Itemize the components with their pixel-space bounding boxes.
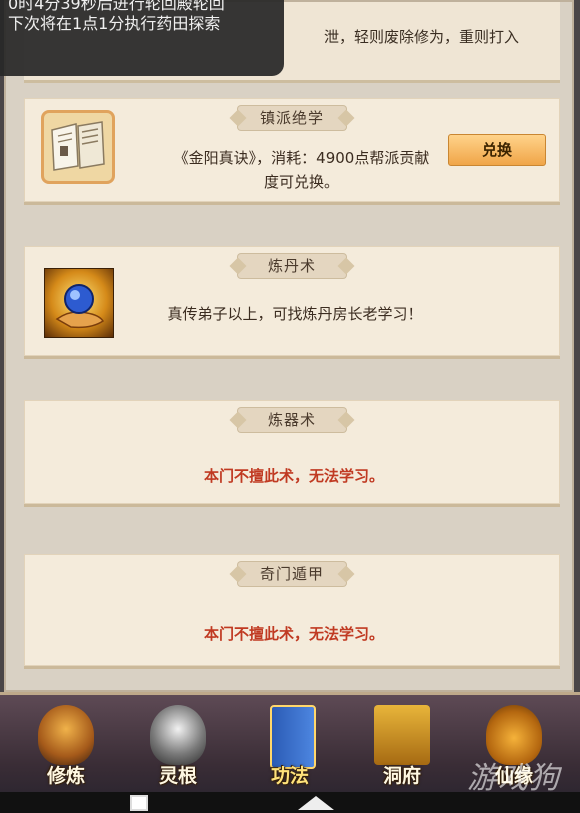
watermark-logo: 游戏狗 bbox=[467, 761, 560, 796]
recent-apps-button[interactable] bbox=[130, 795, 148, 811]
orb-icon bbox=[44, 268, 114, 338]
tab-label: 洞府 bbox=[382, 765, 421, 787]
card-description: 真传弟子以上，可找炼丹房长老学习！ bbox=[167, 305, 423, 323]
notification-line: 0时4分39秒后进行轮回殿轮回 bbox=[8, 0, 225, 13]
exchange-button[interactable]: 兑换 bbox=[448, 134, 546, 166]
system-nav-bar bbox=[0, 792, 580, 813]
cultivate-icon bbox=[38, 705, 94, 765]
tab-label: 功法 bbox=[270, 765, 309, 787]
card-alchemy: 炼丹术 真传弟子以上，可找炼丹房长老学习！ bbox=[24, 246, 560, 359]
tab-cultivate[interactable]: 修炼 bbox=[22, 703, 110, 791]
tab-technique[interactable]: 功法 bbox=[246, 703, 334, 791]
tab-spirit-root[interactable]: 灵根 bbox=[134, 703, 222, 791]
technique-book-icon bbox=[270, 705, 316, 769]
card-forging: 炼器术 本门不擅此术，无法学习。 bbox=[24, 400, 560, 507]
tab-label: 修炼 bbox=[46, 765, 85, 787]
top-card-text: 泄，轻则废除修为，重则打入 bbox=[324, 28, 520, 46]
cave-dwelling-icon bbox=[374, 705, 430, 765]
tab-label: 灵根 bbox=[158, 765, 197, 787]
card-title: 奇门遁甲 bbox=[238, 562, 346, 586]
card-description: 本门不擅此术，无法学习。 bbox=[203, 467, 384, 485]
content-panel: 泄，轻则废除修为，重则打入 镇派绝学 《金阳真诀》，消耗：4900点帮派贡献度可… bbox=[4, 0, 574, 692]
bottom-tab-bar: 修炼 灵根 功法 洞府 仙缘 游戏狗 bbox=[0, 692, 580, 796]
card-qimen: 奇门遁甲 本门不擅此术，无法学习。 bbox=[24, 554, 560, 669]
card-title: 炼丹术 bbox=[238, 254, 346, 278]
notification-line: 下次将在1点1分执行药田探索 bbox=[8, 14, 221, 33]
tab-cave-dwelling[interactable]: 洞府 bbox=[358, 703, 446, 791]
card-title: 炼器术 bbox=[238, 408, 346, 432]
card-description: 《金阳真诀》，消耗：4900点帮派贡献度可兑换。 bbox=[173, 149, 430, 191]
notification-toast: 0时4分39秒后进行轮回殿轮回 下次将在1点1分执行药田探索 bbox=[0, 0, 284, 76]
home-button[interactable] bbox=[298, 796, 334, 810]
card-sect-secret-art: 镇派绝学 《金阳真诀》，消耗：4900点帮派贡献度可兑换。 兑换 bbox=[24, 98, 560, 205]
card-title: 镇派绝学 bbox=[238, 106, 346, 130]
spirit-root-icon bbox=[150, 705, 206, 765]
card-description: 本门不擅此术，无法学习。 bbox=[203, 625, 384, 643]
book-icon bbox=[41, 110, 115, 184]
